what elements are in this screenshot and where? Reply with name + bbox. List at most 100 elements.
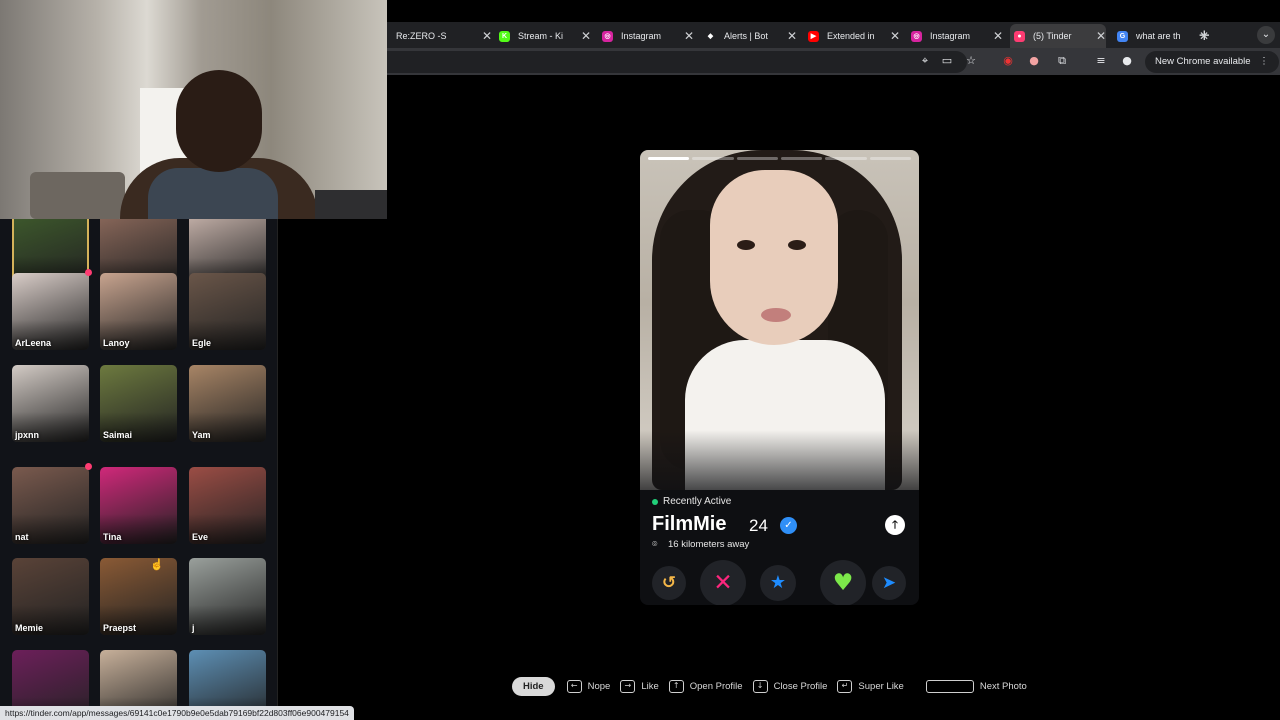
like-button[interactable]: ♥ [820, 560, 866, 605]
tab-favicon-icon: ◎ [911, 30, 922, 42]
match-name: jpxnn [15, 430, 39, 440]
bookmark-star-icon[interactable]: ☆ [964, 54, 978, 68]
browser-tab[interactable]: ▶ Extended in ✕ [804, 24, 900, 48]
match-card[interactable]: Eve [189, 467, 266, 544]
tab-favicon-icon: ◎ [602, 30, 613, 42]
photo-progress-segment [780, 157, 823, 160]
hint-close-profile: Close Profile [773, 681, 828, 692]
hint-super-like: Super Like [858, 681, 904, 692]
close-tab-icon[interactable]: ✕ [993, 29, 1003, 43]
tab-title: what are th [1136, 31, 1181, 41]
cast-icon[interactable]: ▭ [940, 54, 954, 68]
match-name: Tina [103, 532, 122, 542]
browser-tab[interactable]: ● (5) Tinder ✕ [1010, 24, 1106, 48]
match-card[interactable]: Praepst [100, 558, 177, 635]
match-name: Egle [192, 338, 212, 348]
hide-hints-button[interactable]: Hide [512, 677, 555, 696]
browser-tab[interactable]: Gwhat are th ✕ [1113, 24, 1209, 48]
browser-tab[interactable]: ◆ Alerts | Bot ✕ [701, 24, 797, 48]
photo-progress-bars [648, 157, 911, 160]
match-card[interactable]: ArLeena [12, 273, 89, 350]
photo-progress-segment [869, 157, 911, 160]
browser-toolbar: ⌖ ▭ ☆ ◉ ● ⧉ ≡ ● New Chrome available ⋮ [387, 48, 1280, 75]
match-card[interactable]: j [189, 558, 266, 635]
hint-open-profile: Open Profile [689, 681, 743, 692]
super-like-button[interactable]: ★ [760, 565, 796, 601]
match-card[interactable]: Lanoy [100, 273, 177, 350]
location-pin-icon: ⌾ [652, 539, 658, 550]
browser-tab[interactable]: K Stream - Ki ✕ [495, 24, 591, 48]
match-card[interactable]: Memie [12, 558, 89, 635]
nope-button[interactable]: ✕ [700, 560, 746, 605]
close-tab-icon[interactable]: ✕ [787, 29, 797, 43]
profile-age: 24 [749, 516, 768, 535]
match-card[interactable]: Saimai [100, 365, 177, 442]
webcam-person-head [176, 70, 262, 172]
keyboard-hints-bar: Hide ← Nope → Like ↑ Open Profile ↓ Clos… [512, 677, 1037, 696]
photo-progress-segment [736, 157, 778, 160]
open-profile-button[interactable]: 🡑 [885, 515, 905, 535]
media-control-icon[interactable]: ≡ [1094, 54, 1108, 68]
tab-favicon-icon: G [1117, 30, 1128, 42]
match-card[interactable]: Tina [100, 467, 177, 544]
match-card[interactable]: jpxnn [12, 365, 89, 442]
card-shade [189, 605, 266, 635]
match-name: Memie [15, 623, 44, 633]
close-tab-icon[interactable]: ✕ [684, 29, 694, 43]
match-card[interactable]: nat [12, 467, 89, 544]
space-key-icon [925, 680, 974, 693]
close-tab-icon[interactable]: ✕ [1199, 29, 1209, 43]
address-bar[interactable] [387, 51, 967, 73]
left-arrow-key-icon: ← [566, 680, 582, 693]
photo-progress-segment [692, 157, 734, 160]
match-card[interactable]: Yam [189, 365, 266, 442]
match-name: Lanoy [103, 338, 130, 348]
tab-title: Extended in [827, 31, 875, 41]
extensions-puzzle-icon[interactable]: ⧉ [1055, 54, 1069, 68]
distance-label: 16 kilometers away [668, 539, 750, 550]
match-name: Saimai [103, 430, 133, 440]
new-chrome-label: New Chrome available [1155, 56, 1251, 67]
new-match-dot [85, 463, 92, 470]
browser-tab[interactable]: ◎ Instagram ✕ [598, 24, 694, 48]
webcam-overlay [0, 0, 387, 219]
new-match-dot [85, 269, 92, 276]
mouse-cursor-icon: ☝ [150, 559, 164, 571]
close-tab-icon[interactable]: ✕ [581, 29, 591, 43]
boost-button[interactable]: ➤ [872, 566, 906, 600]
extension-pink-icon[interactable]: ● [1027, 54, 1041, 68]
close-tab-icon[interactable]: ✕ [1096, 29, 1106, 43]
new-chrome-available-button[interactable]: New Chrome available ⋮ [1145, 51, 1279, 73]
right-arrow-key-icon: → [620, 680, 636, 693]
tab-title: Instagram [930, 31, 971, 41]
match-name: Eve [192, 532, 209, 542]
action-buttons: ↺ ✕ ★ ♥ ➤ [640, 560, 919, 605]
close-tab-icon[interactable]: ✕ [482, 29, 492, 43]
match-name: ArLeena [15, 338, 52, 348]
enter-key-icon: ↵ [837, 680, 853, 693]
recently-active-label: Recently Active [663, 496, 732, 507]
match-card[interactable]: Egle [189, 273, 266, 350]
match-name: j [192, 623, 195, 633]
webcam-shelf [315, 190, 387, 219]
photo-eye-right [788, 240, 806, 250]
webcam-person-shirt [148, 168, 278, 219]
location-icon[interactable]: ⌖ [918, 54, 932, 68]
browser-tab[interactable]: Re:ZERO -S ✕ [396, 24, 492, 48]
hint-next-photo: Next Photo [979, 681, 1027, 692]
verified-badge-icon: ✓ [780, 517, 797, 534]
extension-red-icon[interactable]: ◉ [1001, 54, 1015, 68]
tab-search-button[interactable]: ⌄ [1257, 26, 1275, 44]
photo-eye-left [737, 240, 755, 250]
tab-favicon-icon: ◆ [705, 30, 716, 42]
webcam-sofa [30, 172, 125, 219]
tab-favicon-icon: ● [1014, 30, 1025, 42]
browser-tab[interactable]: ◎ Instagram ✕ [907, 24, 1003, 48]
profile-card[interactable]: Recently Active FilmMie 24 ✓ ⌾ 16 kilome… [640, 150, 919, 605]
profile-name: FilmMie [652, 513, 727, 535]
close-tab-icon[interactable]: ✕ [890, 29, 900, 43]
status-bar-url: https://tinder.com/app/messages/69141c0e… [0, 706, 354, 720]
profile-avatar-icon[interactable]: ● [1120, 54, 1134, 68]
online-dot-icon [652, 498, 658, 505]
rewind-button[interactable]: ↺ [652, 566, 686, 600]
